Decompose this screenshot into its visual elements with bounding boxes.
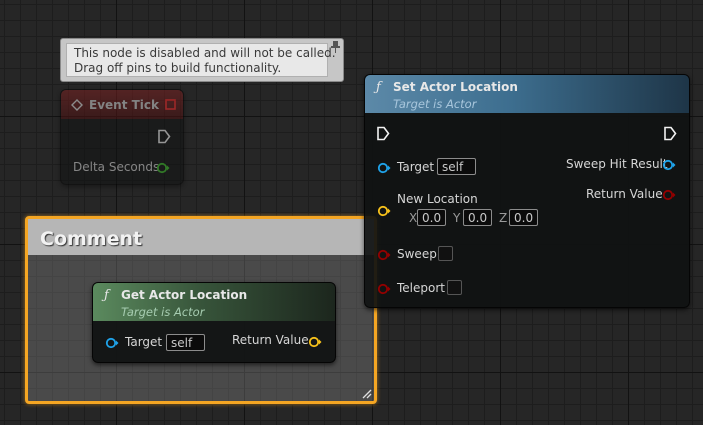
return-value-label: Return Value	[232, 333, 309, 347]
target-value-field[interactable]: self	[166, 334, 205, 351]
pin-icon[interactable]	[331, 40, 340, 54]
event-diamond-icon	[71, 99, 83, 111]
teleport-pin-icon[interactable]	[377, 282, 391, 296]
comment-header[interactable]: Comment	[28, 219, 374, 255]
z-label: Z	[499, 211, 508, 225]
new-location-label: New Location	[397, 192, 478, 206]
x-label: X	[409, 211, 418, 225]
return-value-pin-icon[interactable]	[662, 188, 676, 202]
event-tick-title: Event Tick	[89, 98, 160, 112]
function-icon: ƒ	[376, 80, 381, 95]
tooltip-line-1: This node is disabled and will not be ca…	[74, 46, 336, 60]
y-value-field[interactable]: 0.0	[463, 209, 492, 226]
exec-out-icon[interactable]	[157, 129, 171, 144]
delta-seconds-pin-icon[interactable]	[156, 161, 170, 175]
target-value-field[interactable]: self	[437, 158, 476, 175]
sweep-hit-result-label: Sweep Hit Result	[566, 157, 668, 171]
y-label: Y	[453, 211, 461, 225]
exec-out-icon[interactable]	[663, 126, 677, 141]
sweep-hit-result-pin-icon[interactable]	[662, 158, 676, 172]
target-pin-icon[interactable]	[377, 161, 391, 175]
z-value-field[interactable]: 0.0	[509, 209, 538, 226]
tooltip-body: This node is disabled and will not be ca…	[66, 43, 336, 77]
return-value-label: Return Value	[586, 187, 663, 201]
comment-title[interactable]: Comment	[40, 228, 142, 250]
set-actor-location-subtitle: Target is Actor	[393, 97, 477, 111]
set-actor-location-title: Set Actor Location	[393, 80, 518, 94]
event-tick-node[interactable]: Event Tick Delta Seconds	[60, 89, 184, 185]
resize-grip-icon[interactable]	[360, 387, 372, 399]
disabled-node-tooltip: This node is disabled and will not be ca…	[60, 38, 344, 82]
exec-in-icon[interactable]	[376, 126, 390, 141]
target-label: Target	[397, 160, 435, 174]
teleport-checkbox[interactable]	[447, 280, 462, 295]
teleport-label: Teleport	[397, 281, 445, 295]
sweep-checkbox[interactable]	[438, 246, 453, 261]
target-label: Target	[125, 335, 163, 349]
function-icon: ƒ	[104, 288, 109, 303]
set-actor-location-node[interactable]: ƒ Set Actor Location Target is Actor Tar…	[364, 74, 690, 308]
sweep-label: Sweep	[397, 247, 437, 261]
target-pin-icon[interactable]	[105, 336, 119, 350]
get-actor-location-subtitle: Target is Actor	[121, 305, 205, 319]
get-actor-location-title: Get Actor Location	[121, 288, 248, 302]
get-actor-location-node[interactable]: ƒ Get Actor Location Target is Actor Tar…	[92, 282, 336, 363]
tooltip-line-2: Drag off pins to build functionality.	[74, 61, 282, 75]
delta-seconds-label: Delta Seconds	[73, 160, 160, 174]
new-location-pin-icon[interactable]	[377, 204, 391, 218]
sweep-pin-icon[interactable]	[377, 248, 391, 262]
delegate-square-icon[interactable]	[165, 99, 176, 110]
x-value-field[interactable]: 0.0	[417, 209, 446, 226]
return-value-pin-icon[interactable]	[308, 335, 322, 349]
